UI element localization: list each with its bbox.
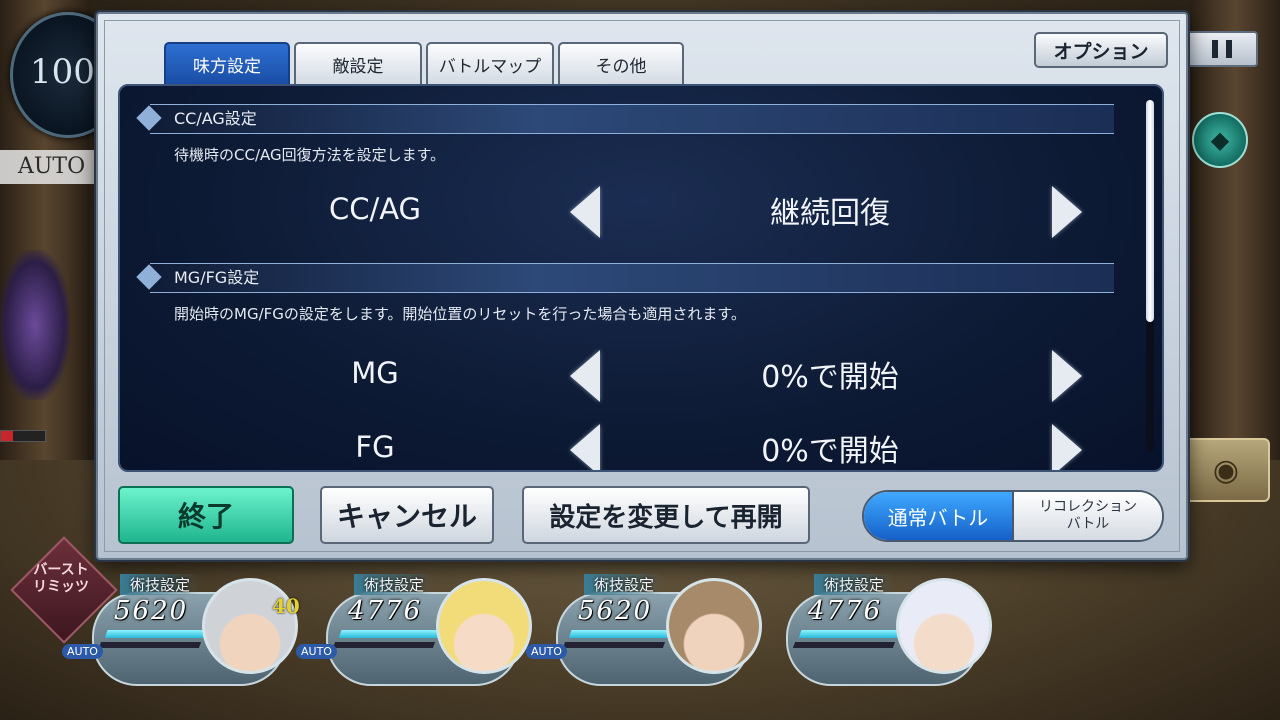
character-card-1[interactable]: 術技設定 5620 AUTO 40 <box>62 574 300 686</box>
crystal-icon[interactable]: ◆ <box>1192 112 1248 168</box>
tab-ally-settings[interactable]: 味方設定 <box>164 42 290 84</box>
burst-limit-line1: バースト <box>33 562 89 578</box>
setting-label-mg: MG <box>351 356 399 390</box>
mg-next-arrow-icon[interactable] <box>1052 350 1082 402</box>
character-hp: 4776 <box>348 596 423 626</box>
scrollbar-thumb[interactable] <box>1146 100 1154 322</box>
end-button[interactable]: 終了 <box>118 486 294 544</box>
enemy-figure <box>0 250 70 400</box>
skill-settings-label[interactable]: 術技設定 <box>120 574 201 595</box>
setting-row-fg: FG 0%で開始 <box>120 418 1140 470</box>
character-sub-bar <box>332 642 436 648</box>
mode-normal-battle[interactable]: 通常バトル <box>864 492 1012 540</box>
mode-recollection-line1: リコレクション <box>1039 499 1137 515</box>
tab-enemy-settings[interactable]: 敵設定 <box>294 42 422 84</box>
burst-limit-line2: リミッツ <box>33 579 89 595</box>
section-desc-mgfg: 開始時のMG/FGの設定をします。開始位置のリセットを行った場合も適用されます。 <box>174 305 746 323</box>
character-sub-bar <box>562 642 666 648</box>
fg-next-arrow-icon[interactable] <box>1052 424 1082 470</box>
skill-settings-label[interactable]: 術技設定 <box>584 574 665 595</box>
character-hp: 5620 <box>114 596 189 626</box>
setting-row-mg: MG 0%で開始 <box>120 344 1140 404</box>
mode-recollection-line2: バトル <box>1066 516 1110 532</box>
mode-recollection-battle[interactable]: リコレクション バトル <box>1012 492 1162 540</box>
section-header-mgfg: MG/FG設定 <box>150 263 1114 293</box>
character-auto-badge[interactable]: AUTO <box>62 644 103 659</box>
character-card-4[interactable]: 術技設定 4776 <box>786 574 992 686</box>
character-card-2[interactable]: 術技設定 4776 AUTO <box>296 574 532 686</box>
setting-label-fg: FG <box>355 430 395 464</box>
scrollbar-track[interactable] <box>1146 100 1154 452</box>
skill-settings-label[interactable]: 術技設定 <box>814 574 895 595</box>
tab-other[interactable]: その他 <box>558 42 684 84</box>
character-sub-bar <box>792 642 896 648</box>
character-hp: 5620 <box>578 596 653 626</box>
character-sub-bar <box>98 642 202 648</box>
ccag-prev-arrow-icon[interactable] <box>570 186 600 238</box>
pause-icon-bar <box>1226 40 1232 58</box>
setting-value-fg: 0%で開始 <box>761 434 899 469</box>
character-portrait[interactable] <box>202 578 298 674</box>
character-portrait[interactable] <box>666 578 762 674</box>
settings-tabs: 味方設定 敵設定 バトルマップ その他 <box>164 42 684 84</box>
skill-settings-label[interactable]: 術技設定 <box>354 574 435 595</box>
section-header-ccag: CC/AG設定 <box>150 104 1114 134</box>
setting-value-ccag: 継続回復 <box>770 196 890 231</box>
setting-row-ccag: CC/AG 継続回復 <box>120 180 1140 240</box>
level-text: 100 <box>30 52 95 92</box>
setting-label-ccag: CC/AG <box>328 192 422 226</box>
character-auto-badge[interactable]: AUTO <box>296 644 337 659</box>
character-tp: 40 <box>272 594 300 618</box>
burst-limit-label: バースト リミッツ <box>20 562 102 596</box>
item-bag-icon[interactable]: ◉ <box>1182 438 1270 502</box>
pause-icon <box>1212 40 1218 58</box>
settings-panel: CC/AG設定 待機時のCC/AG回復方法を設定します。 CC/AG 継続回復 … <box>118 84 1164 472</box>
character-portrait[interactable] <box>436 578 532 674</box>
pause-button[interactable] <box>1186 31 1258 67</box>
fg-prev-arrow-icon[interactable] <box>570 424 600 470</box>
character-auto-badge[interactable]: AUTO <box>526 644 567 659</box>
character-portrait[interactable] <box>896 578 992 674</box>
battle-mode-toggle: 通常バトル リコレクション バトル <box>862 490 1164 542</box>
character-hp: 4776 <box>808 596 883 626</box>
section-desc-ccag: 待機時のCC/AG回復方法を設定します。 <box>174 146 446 164</box>
mg-prev-arrow-icon[interactable] <box>570 350 600 402</box>
cancel-button[interactable]: キャンセル <box>320 486 494 544</box>
settings-dialog: 味方設定 敵設定 バトルマップ その他 オプション CC/AG設定 待機時のCC… <box>96 12 1188 560</box>
character-card-3[interactable]: 術技設定 5620 AUTO <box>526 574 762 686</box>
enemy-hp-bar <box>0 430 46 442</box>
apply-and-resume-button[interactable]: 設定を変更して再開 <box>522 486 810 544</box>
tab-battle-map[interactable]: バトルマップ <box>426 42 554 84</box>
ccag-next-arrow-icon[interactable] <box>1052 186 1082 238</box>
option-button[interactable]: オプション <box>1034 32 1168 68</box>
setting-value-mg: 0%で開始 <box>761 360 899 395</box>
